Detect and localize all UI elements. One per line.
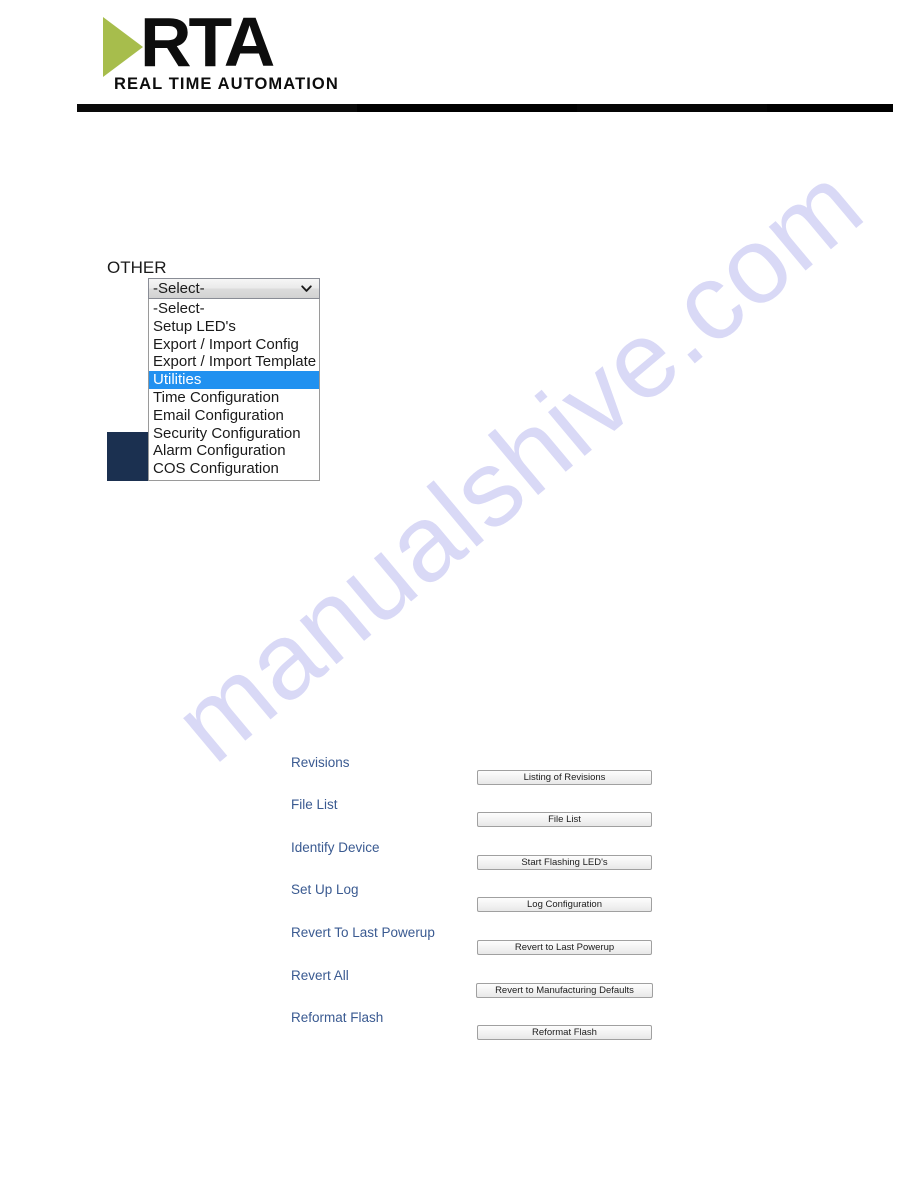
dropdown-option-select[interactable]: -Select- xyxy=(149,300,319,318)
utility-label: File List xyxy=(291,797,338,812)
utility-row: Reformat Flash Reformat Flash xyxy=(0,1010,918,1054)
utility-row: Revert To Last Powerup Revert to Last Pow… xyxy=(0,925,918,969)
page-root: manualshive.com RTA REAL TIME AUTOMATION… xyxy=(0,0,918,1188)
utility-row: File List File List xyxy=(0,797,918,841)
utility-button-revert-to-last-powerup[interactable]: Revert to Last Powerup xyxy=(477,940,652,955)
utility-label: Revert All xyxy=(291,968,349,983)
utility-row: Revert All Revert to Manufacturing Defaul… xyxy=(0,968,918,1012)
utility-button-file-list[interactable]: File List xyxy=(477,812,652,827)
dropdown-option-utilities[interactable]: Utilities xyxy=(149,371,319,389)
other-dropdown-selected-value: -Select- xyxy=(153,280,205,297)
dropdown-option-time-configuration[interactable]: Time Configuration xyxy=(149,389,319,407)
dropdown-option-cos-configuration[interactable]: COS Configuration xyxy=(149,460,319,478)
logo-wordmark: RTA xyxy=(140,3,275,81)
utility-label: Revisions xyxy=(291,755,350,770)
dropdown-option-security-configuration[interactable]: Security Configuration xyxy=(149,425,319,443)
dropdown-option-export-import-template[interactable]: Export / Import Template xyxy=(149,353,319,371)
dropdown-option-alarm-configuration[interactable]: Alarm Configuration xyxy=(149,442,319,460)
dropdown-option-setup-led-s[interactable]: Setup LED's xyxy=(149,318,319,336)
other-dropdown[interactable]: -Select- -Select- Setup LED's Export / Imp… xyxy=(148,278,320,481)
header-divider-rule xyxy=(77,104,893,112)
rta-logo: RTA REAL TIME AUTOMATION xyxy=(103,3,338,98)
logo-wordmark-row: RTA xyxy=(103,3,303,81)
utility-button-start-flashing-led-s[interactable]: Start Flashing LED's xyxy=(477,855,652,870)
utility-label: Reformat Flash xyxy=(291,1010,384,1025)
page-header: RTA REAL TIME AUTOMATION xyxy=(0,0,918,120)
dropdown-option-email-configuration[interactable]: Email Configuration xyxy=(149,407,319,425)
other-dropdown-control[interactable]: -Select- xyxy=(148,278,320,299)
utility-label: Identify Device xyxy=(291,840,380,855)
other-section: OTHER xyxy=(107,258,167,280)
utility-button-reformat-flash[interactable]: Reformat Flash xyxy=(477,1025,652,1040)
other-dropdown-option-list[interactable]: -Select- Setup LED's Export / Import Confi… xyxy=(148,299,320,481)
utility-button-log-configuration[interactable]: Log Configuration xyxy=(477,897,652,912)
rta-triangle-icon xyxy=(103,17,143,77)
dropdown-option-export-import-config[interactable]: Export / Import Config xyxy=(149,336,319,354)
other-section-label: OTHER xyxy=(107,258,167,277)
utility-row: Identify Device Start Flashing LED's xyxy=(0,840,918,884)
utility-row: Set Up Log Log Configuration xyxy=(0,882,918,926)
utility-row: Revisions Listing of Revisions xyxy=(0,755,918,799)
utility-button-revert-to-manufacturing-defaults[interactable]: Revert to Manufacturing Defaults xyxy=(476,983,653,998)
utility-label: Set Up Log xyxy=(291,882,359,897)
chevron-down-icon xyxy=(301,285,312,292)
utility-button-listing-of-revisions[interactable]: Listing of Revisions xyxy=(477,770,652,785)
header-divider-segment-left xyxy=(77,104,357,112)
header-divider-segment-mid xyxy=(577,104,767,112)
utility-label: Revert To Last Powerup xyxy=(291,925,435,940)
logo-tagline: REAL TIME AUTOMATION xyxy=(114,75,339,93)
